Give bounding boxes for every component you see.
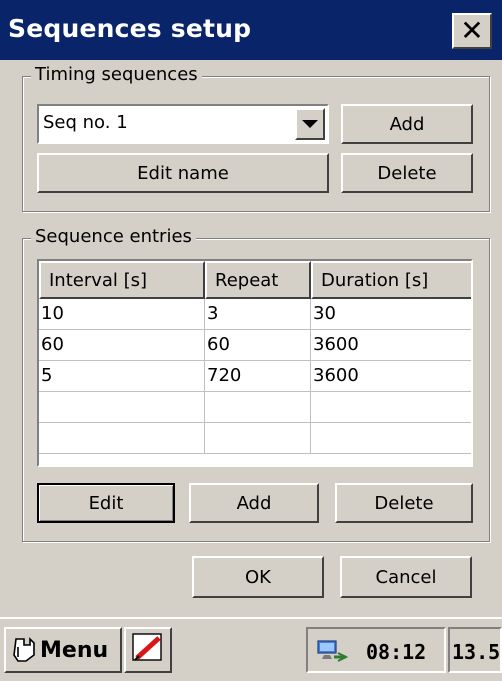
table-cell: 10	[39, 299, 205, 329]
title-bar: Sequences setup ✕	[0, 0, 502, 60]
tray-extra: 13.5	[448, 627, 502, 673]
add-sequence-label: Add	[389, 113, 425, 135]
table-cell	[311, 392, 471, 422]
pen-icon	[131, 632, 165, 669]
table-cell: 720	[205, 361, 311, 391]
table-cell: 3600	[311, 330, 471, 360]
dropdown-button[interactable]	[295, 108, 325, 140]
entries-table[interactable]: Interval [s] Repeat Duration [s] 10 3 30…	[37, 259, 473, 467]
edit-entry-button[interactable]: Edit	[37, 483, 175, 523]
table-cell: 3	[205, 299, 311, 329]
add-entry-button[interactable]: Add	[189, 483, 319, 523]
table-row[interactable]: 5 720 3600	[39, 361, 471, 392]
window-title: Sequences setup	[8, 14, 252, 43]
table-cell	[39, 392, 205, 422]
column-header-repeat[interactable]: Repeat	[205, 261, 311, 299]
table-row[interactable]: 10 3 30	[39, 299, 471, 330]
table-cell: 30	[311, 299, 471, 329]
add-entry-label: Add	[236, 492, 272, 514]
tray-extra-value: 13.5	[452, 640, 501, 664]
table-cell	[311, 423, 471, 453]
edit-name-label: Edit name	[137, 162, 229, 184]
close-button[interactable]: ✕	[452, 13, 492, 49]
column-header-interval-label: Interval [s]	[49, 269, 148, 291]
delete-entry-label: Delete	[374, 492, 434, 514]
sequence-entries-legend: Sequence entries	[31, 225, 196, 249]
sequence-select-value: Seq no. 1	[43, 112, 128, 133]
pen-input-button[interactable]	[124, 627, 172, 673]
delete-sequence-label: Delete	[377, 162, 437, 184]
column-header-interval[interactable]: Interval [s]	[39, 261, 205, 299]
delete-entry-button[interactable]: Delete	[335, 483, 473, 523]
start-menu-button[interactable]: Menu	[4, 627, 122, 673]
table-cell: 5	[39, 361, 205, 391]
column-header-duration-label: Duration [s]	[321, 269, 429, 291]
clock: 08:12	[366, 640, 427, 664]
taskbar: Menu 08:12 13.5	[0, 617, 502, 681]
column-header-duration[interactable]: Duration [s]	[311, 261, 471, 299]
timing-sequences-group: Timing sequences Seq no. 1 Add Edit name…	[22, 63, 490, 212]
table-cell: 3600	[311, 361, 471, 391]
cancel-button[interactable]: Cancel	[340, 556, 472, 598]
table-cell	[39, 423, 205, 453]
ok-label: OK	[245, 566, 271, 588]
ok-button[interactable]: OK	[192, 556, 324, 598]
add-sequence-button[interactable]: Add	[341, 104, 473, 144]
menu-label: Menu	[40, 637, 109, 663]
edit-name-button[interactable]: Edit name	[37, 153, 329, 193]
table-cell: 60	[205, 330, 311, 360]
table-row[interactable]	[39, 392, 471, 423]
edit-entry-label: Edit	[88, 492, 124, 514]
table-row[interactable]	[39, 423, 471, 454]
close-icon: ✕	[460, 14, 484, 47]
network-icon[interactable]	[314, 637, 350, 665]
chevron-down-icon	[302, 120, 318, 128]
sequence-select[interactable]: Seq no. 1	[37, 104, 329, 144]
timing-sequences-legend: Timing sequences	[31, 63, 202, 87]
table-cell: 60	[39, 330, 205, 360]
delete-sequence-button[interactable]: Delete	[341, 153, 473, 193]
column-header-repeat-label: Repeat	[215, 269, 279, 291]
start-icon	[10, 635, 38, 665]
table-cell	[205, 423, 311, 453]
system-tray: 08:12	[306, 627, 446, 673]
table-header: Interval [s] Repeat Duration [s]	[39, 261, 471, 301]
cancel-label: Cancel	[375, 566, 437, 588]
sequence-entries-group: Sequence entries Interval [s] Repeat Dur…	[22, 225, 490, 542]
table-row[interactable]: 60 60 3600	[39, 330, 471, 361]
table-cell	[205, 392, 311, 422]
